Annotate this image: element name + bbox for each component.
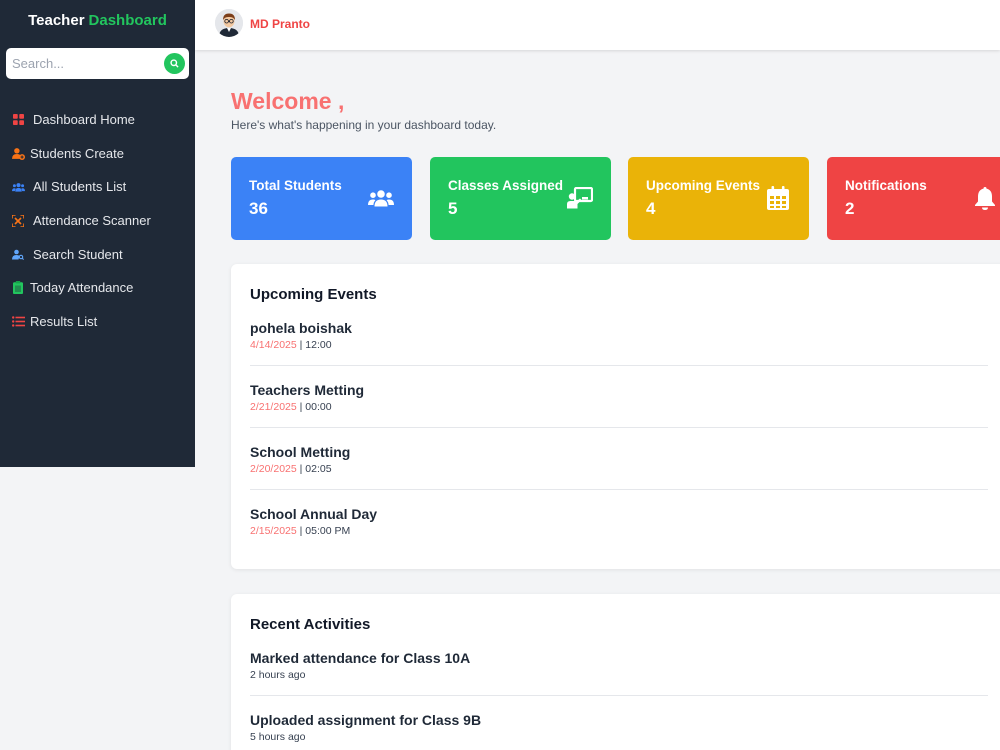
users-icon [11, 180, 25, 194]
sidebar-item-label: Results List [30, 313, 98, 329]
brand-logo: Teacher Dashboard [0, 0, 195, 38]
event-meta: 2/20/2025 | 02:05 [250, 463, 332, 475]
event-meta: 2/15/2025 | 05:00 PM [250, 525, 351, 537]
user-avatar-icon [215, 9, 243, 37]
clipboard-icon [11, 281, 25, 295]
user-name[interactable]: MD Pranto [250, 17, 310, 31]
event-time: 02:05 [305, 463, 332, 475]
stat-card-notifications[interactable]: Notifications 2 [827, 157, 1000, 240]
event-title: pohela boishak [250, 320, 352, 336]
event-meta: 4/14/2025 | 12:00 [250, 339, 332, 351]
event-date: 2/20/2025 [250, 463, 297, 475]
sidebar-item-today-attendance[interactable]: Today Attendance [0, 271, 195, 305]
event-time: 00:00 [305, 401, 332, 413]
dashboard-icon [11, 113, 25, 127]
list-icon [11, 314, 25, 328]
event-title: Teachers Metting [250, 382, 365, 398]
user-search-icon [11, 247, 25, 261]
activity-item[interactable]: Uploaded assignment for Class 9B 5 hours… [250, 712, 988, 750]
stat-card-classes-assigned[interactable]: Classes Assigned 5 [430, 157, 611, 240]
bell-icon [972, 185, 998, 211]
sidebar-item-label: Today Attendance [30, 280, 134, 296]
activity-item[interactable]: Marked attendance for Class 10A 2 hours … [250, 650, 988, 696]
stat-card-upcoming-events[interactable]: Upcoming Events 4 [628, 157, 809, 240]
sidebar-item-label: Search Student [33, 246, 123, 262]
sidebar-item-students-create[interactable]: Students Create [0, 137, 195, 171]
panel-title: Recent Activities [250, 616, 371, 633]
avatar[interactable] [215, 9, 243, 37]
event-date: 2/21/2025 [250, 401, 297, 413]
event-item[interactable]: pohela boishak 4/14/2025 | 12:00 [250, 320, 988, 366]
sidebar-item-label: Attendance Scanner [33, 213, 151, 229]
activity-time: 2 hours ago [250, 669, 306, 681]
sidebar-nav: Dashboard Home Students Create All Stude… [0, 103, 195, 338]
page-subtitle: Here's what's happening in your dashboar… [231, 118, 497, 132]
user-plus-icon [11, 146, 25, 160]
top-bar: MD Pranto [195, 0, 1000, 50]
recent-activities-panel: Recent Activities Marked attendance for … [231, 594, 1000, 750]
sidebar-item-label: Dashboard Home [33, 112, 135, 128]
event-time: 12:00 [305, 339, 332, 351]
activity-title: Marked attendance for Class 10A [250, 650, 471, 666]
sidebar-item-results-list[interactable]: Results List [0, 305, 195, 339]
upcoming-events-panel: Upcoming Events pohela boishak 4/14/2025… [231, 264, 1000, 569]
brand-text-dashboard: Dashboard [88, 11, 167, 29]
search-button[interactable] [164, 53, 185, 74]
sidebar-item-label: Students Create [30, 145, 124, 161]
sidebar-item-all-students[interactable]: All Students List [0, 170, 195, 204]
event-item[interactable]: School Metting 2/20/2025 | 02:05 [250, 444, 988, 490]
activity-time: 5 hours ago [250, 731, 306, 743]
search-box [6, 48, 189, 79]
stat-card-total-students[interactable]: Total Students 36 [231, 157, 412, 240]
event-date: 2/15/2025 [250, 525, 297, 537]
page-title: Welcome , [231, 88, 345, 114]
sidebar-item-search-student[interactable]: Search Student [0, 237, 195, 271]
event-title: School Metting [250, 444, 351, 460]
search-input[interactable] [12, 56, 152, 71]
sidebar-item-attendance-scanner[interactable]: Attendance Scanner [0, 204, 195, 238]
chalkboard-teacher-icon [567, 185, 593, 211]
event-title: School Annual Day [250, 506, 378, 522]
sidebar-item-label: All Students List [33, 179, 127, 195]
panel-title: Upcoming Events [250, 286, 377, 303]
scanner-icon [11, 214, 25, 228]
sidebar: Teacher Dashboard Dashboard Home Student… [0, 0, 195, 467]
calendar-icon [765, 185, 791, 211]
sidebar-item-dashboard-home[interactable]: Dashboard Home [0, 103, 195, 137]
event-item[interactable]: Teachers Metting 2/21/2025 | 00:00 [250, 382, 988, 428]
activity-title: Uploaded assignment for Class 9B [250, 712, 482, 728]
brand-text-teacher: Teacher [28, 11, 85, 29]
search-icon [170, 59, 179, 68]
event-meta: 2/21/2025 | 00:00 [250, 401, 332, 413]
users-icon [368, 185, 394, 211]
event-date: 4/14/2025 [250, 339, 297, 351]
event-item[interactable]: School Annual Day 2/15/2025 | 05:00 PM [250, 506, 988, 552]
event-time: 05:00 PM [305, 525, 351, 537]
